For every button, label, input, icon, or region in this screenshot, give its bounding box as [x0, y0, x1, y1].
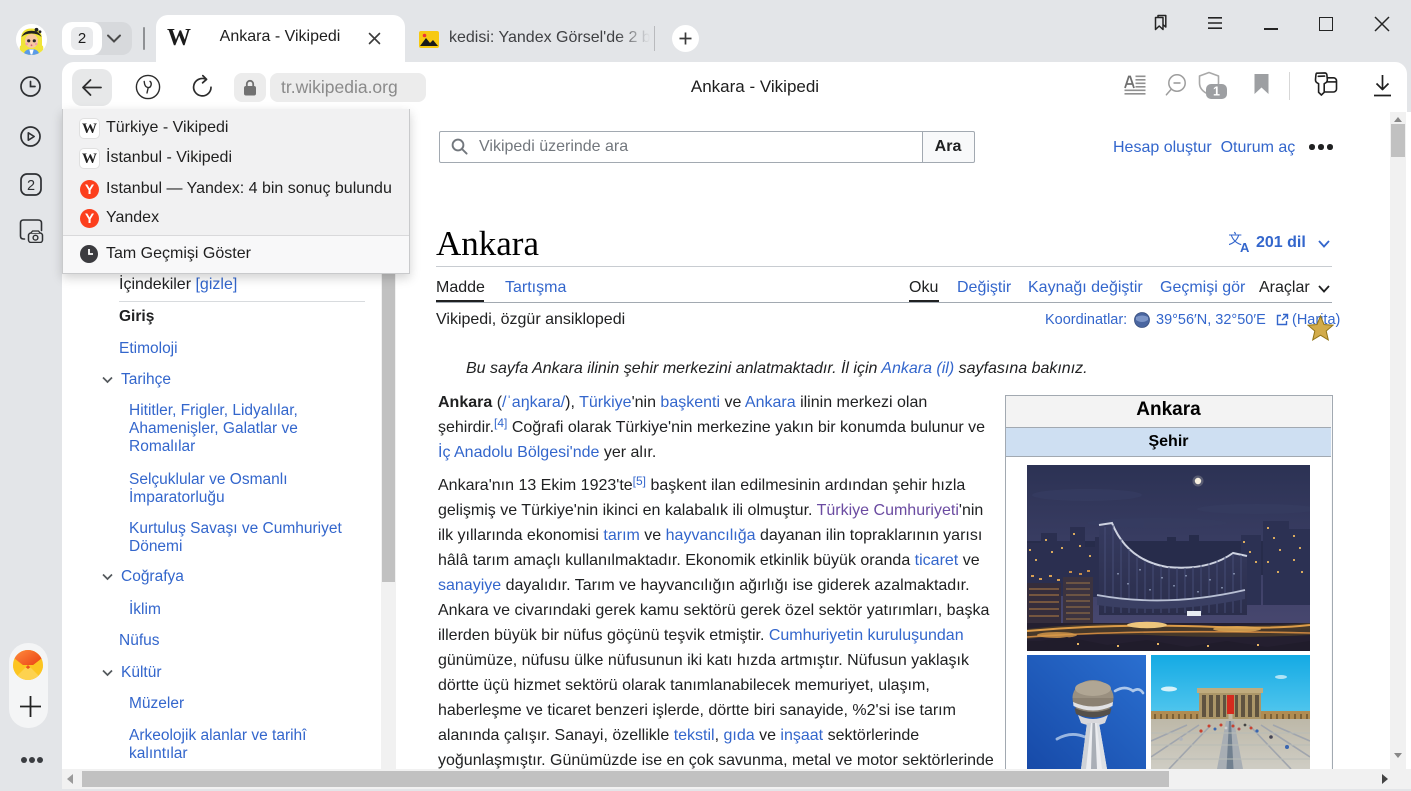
svg-text:2: 2	[27, 178, 35, 194]
svg-text:1: 1	[1213, 85, 1220, 99]
svg-text:A: A	[1240, 240, 1250, 253]
